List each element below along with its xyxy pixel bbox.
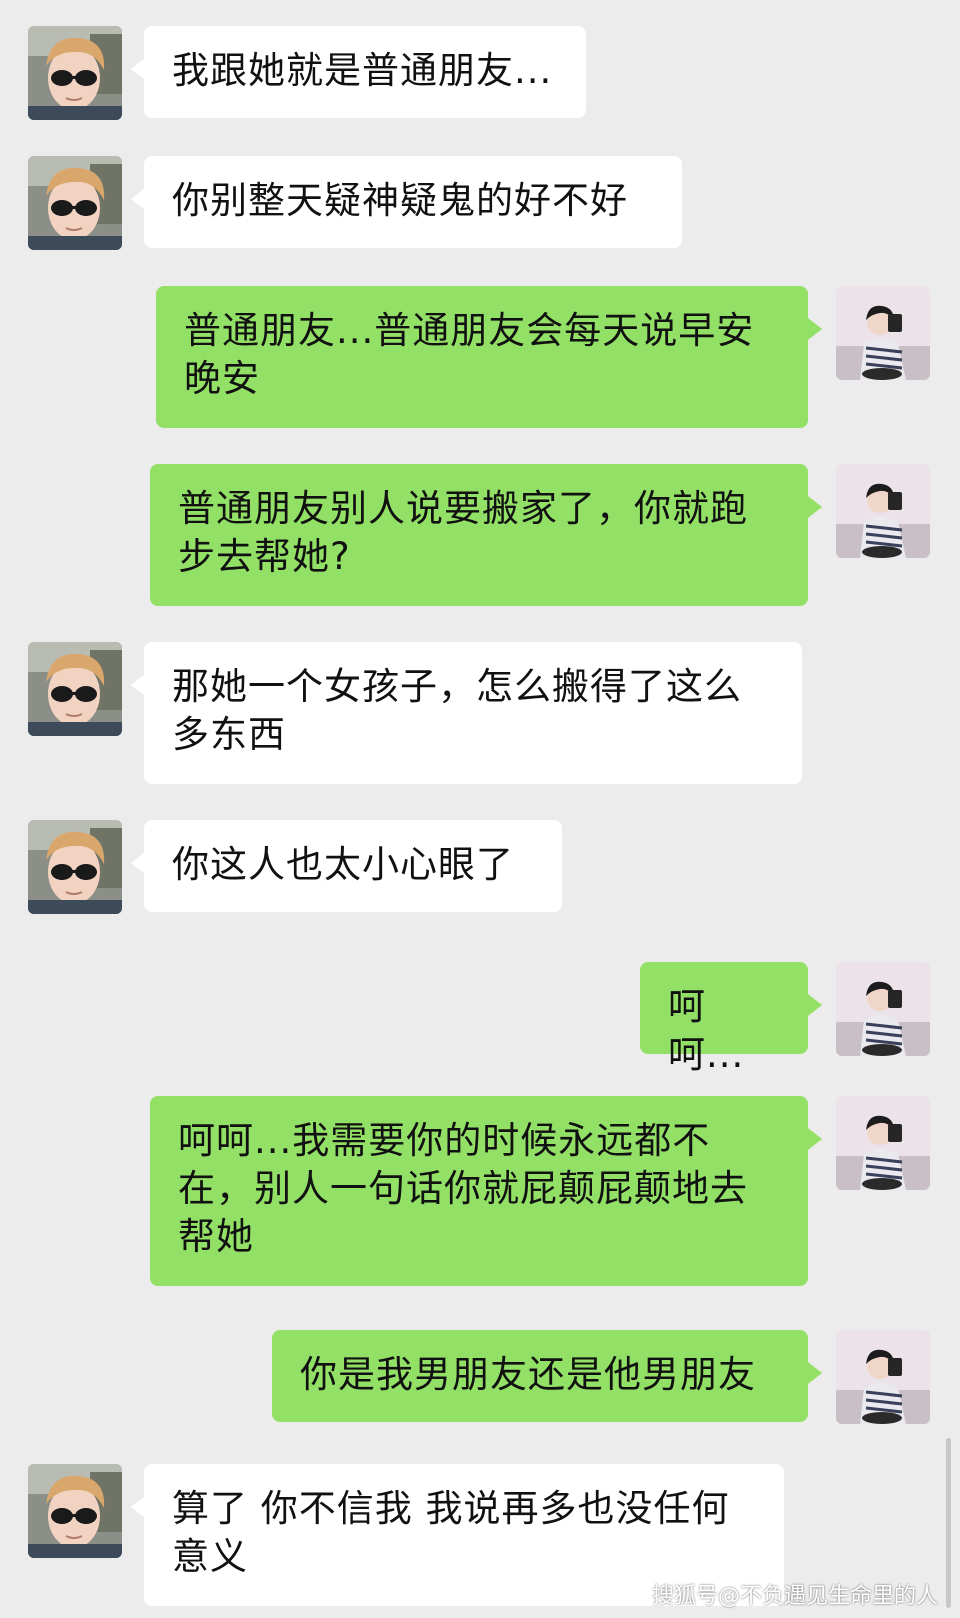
message-bubble[interactable]: 你这人也太小心眼了 (144, 820, 562, 912)
message-bubble[interactable]: 我跟她就是普通朋友... (144, 26, 586, 118)
message-bubble[interactable]: 你是我男朋友还是他男朋友 (272, 1330, 808, 1422)
bubble-tail (808, 1128, 822, 1150)
avatar-girl-icon[interactable] (836, 464, 930, 558)
avatar-boy-icon[interactable] (28, 642, 122, 736)
message-bubble[interactable]: 呵呵...我需要你的时候永远都不在，别人一句话你就屁颠屁颠地去帮她 (150, 1096, 808, 1286)
bubble-tail (131, 852, 145, 874)
message-bubble[interactable]: 普通朋友别人说要搬家了，你就跑步去帮她? (150, 464, 808, 606)
message-bubble[interactable]: 普通朋友...普通朋友会每天说早安晚安 (156, 286, 808, 428)
bubble-tail (808, 496, 822, 518)
message-bubble[interactable]: 呵呵... (640, 962, 808, 1076)
avatar-boy-icon[interactable] (28, 1464, 122, 1558)
bubble-tail (131, 1496, 145, 1518)
bubble-tail (808, 318, 822, 340)
avatar-boy-icon[interactable] (28, 26, 122, 120)
avatar-boy-icon[interactable] (28, 156, 122, 250)
bubble-tail (808, 1362, 822, 1384)
watermark-text: 搜狐号@不负遇见生命里的人 (651, 1584, 938, 1609)
chat-screen: 我跟她就是普通朋友... 你别整天疑神疑鬼的好不好 普通朋友...普通朋友会每天… (0, 0, 960, 1618)
avatar-girl-icon[interactable] (836, 286, 930, 380)
bubble-tail (808, 994, 822, 1016)
avatar-girl-icon[interactable] (836, 1096, 930, 1190)
scrollbar[interactable] (946, 1438, 951, 1608)
avatar-girl-icon[interactable] (836, 1330, 930, 1424)
bubble-tail (131, 58, 145, 80)
bubble-tail (131, 188, 145, 210)
message-bubble[interactable]: 你别整天疑神疑鬼的好不好 (144, 156, 682, 248)
message-bubble[interactable]: 那她一个女孩子，怎么搬得了这么多东西 (144, 642, 802, 784)
avatar-girl-icon[interactable] (836, 962, 930, 1056)
bubble-tail (131, 674, 145, 696)
avatar-boy-icon[interactable] (28, 820, 122, 914)
